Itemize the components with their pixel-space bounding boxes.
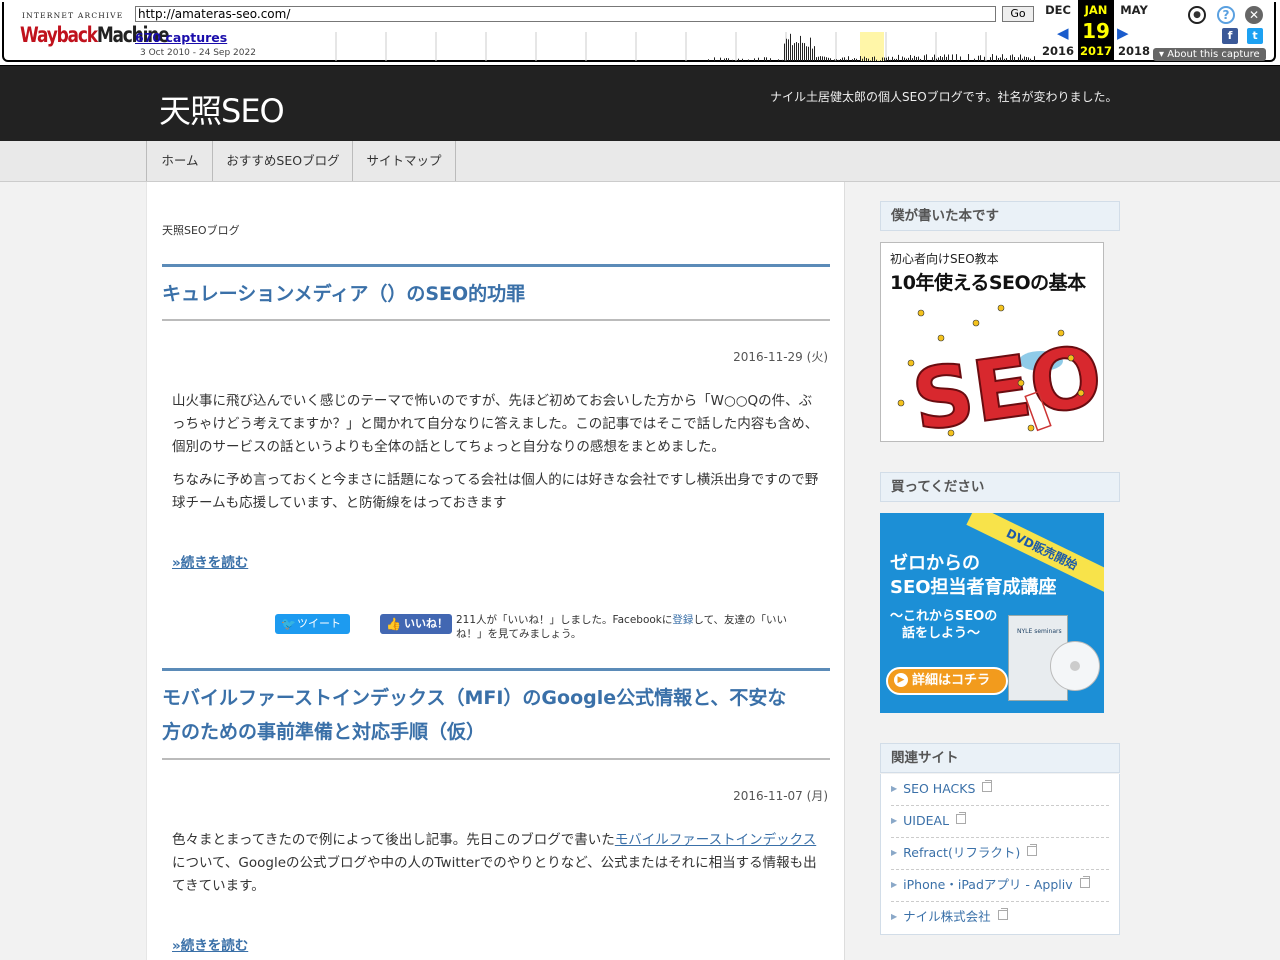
post-title[interactable]: モバイルファーストインデックス（MFI）のGoogle公式情報と、不安な 方のた… [162,668,830,760]
user-icon[interactable]: ● [1188,6,1206,24]
nav-item-sitemap[interactable]: サイトマップ [352,141,456,181]
dvd-banner[interactable]: DVD販売開始 ゼロからの SEO担当者育成講座 〜これからSEOの 話をしよう… [880,513,1104,713]
wayback-current-month: JAN 19 2017 [1078,0,1114,62]
wayback-capture-sparkline[interactable] [334,32,1038,61]
wayback-url-input[interactable]: http://amateras-seo.com/ [135,6,996,22]
related-site-link[interactable]: ▶ UIDEAL [891,806,1109,838]
wayback-date-range: 3 Oct 2010 - 24 Sep 2022 [140,48,256,58]
wayback-about-capture[interactable]: ▾ About this capture [1153,48,1266,61]
facebook-like-button[interactable]: 👍 いいね！ [380,614,452,634]
play-icon: ▶ [894,673,908,687]
wayback-next-month[interactable]: MAY 2018 [1116,0,1152,62]
read-more-link[interactable]: »続きを読む [172,934,248,954]
dvd-title-line: ゼロからの [890,553,980,574]
external-link-icon [997,908,1008,920]
post-date: 2016-11-29 (火) [733,350,828,364]
bullet-icon: ▶ [891,912,898,921]
global-nav: ホーム おすすめSEOブログ サイトマップ [0,141,1280,182]
site-header: 天照SEO ナイル土居健太郎の個人SEOブログです。社名が変わりました。 [0,66,1280,141]
related-site-link[interactable]: ▶ ナイル株式会社 [891,902,1109,934]
main-content: 天照SEOブログ キュレーションメディア（）のSEO的功罪 2016-11-29… [146,182,845,960]
related-site-link[interactable]: ▶ SEO HACKS [891,774,1109,806]
dvd-details-button[interactable]: ▶ 詳細はコチラ [886,667,1008,695]
nav-item-home[interactable]: ホーム [146,141,213,181]
related-sites-list: ▶ SEO HACKS ▶ UIDEAL ▶ Refract(リフラクト) ▶ iPho… [880,774,1120,935]
nav-item-recommended-blogs[interactable]: おすすめSEOブログ [212,141,353,181]
thumbs-up-icon: 👍 [386,617,401,631]
sidebar-heading-related: 関連サイト [880,743,1120,773]
book-title: 10年使えるSEOの基本 [890,272,1086,294]
wayback-toolbar: INTERNET ARCHIVE WaybackMachine http://a… [0,0,1280,66]
wayback-go-button[interactable]: Go [1002,6,1034,22]
tweet-label: ツイート [297,617,341,630]
bullet-icon: ▶ [891,848,898,857]
sidebar-heading-book: 僕が書いた本です [880,201,1120,231]
book-banner[interactable]: 初心者向けSEO教本 10年使えるSEOの基本 SEO [880,242,1104,442]
dvd-subtitle-line: 話をしよう〜 [902,626,981,641]
inline-post-link[interactable]: モバイルファーストインデックス [615,832,816,848]
dvd-case-label: NYLE seminars [1017,628,1062,635]
facebook-icon[interactable]: f [1222,28,1238,44]
related-site-link[interactable]: ▶ iPhone・iPadアプリ - Appliv [891,870,1109,902]
post-paragraph: 色々まとまってきたので例によって後出し記事。先日このブログで書いたモバイルファー… [172,832,817,894]
wayback-captures-link[interactable]: 670 captures [135,30,227,45]
bullet-icon: ▶ [891,880,898,889]
external-link-icon [982,780,993,792]
book-art-text: SEO [907,327,1104,442]
external-link-icon [1079,876,1090,888]
site-tagline: ナイル土居健太郎の個人SEOブログです。社名が変わりました。 [770,90,1118,104]
close-icon[interactable]: ✕ [1245,6,1263,24]
external-link-icon [956,812,967,824]
dvd-cta-label: 詳細はコチラ [912,673,991,688]
twitter-icon[interactable]: t [1247,28,1263,44]
prev-arrow-icon[interactable]: ◀ [1057,24,1069,42]
post-excerpt: 色々まとまってきたので例によって後出し記事。先日このブログで書いたモバイルファー… [172,829,820,908]
external-link-icon [1027,844,1038,856]
bullet-icon: ▶ [891,816,898,825]
like-label: いいね！ [404,617,448,630]
bullet-icon: ▶ [891,784,898,793]
wayback-month-nav: DEC 2016 ◀ JAN 19 2017 ▶ MAY 2018 [1040,0,1154,62]
post-paragraph: ちなみに予め言っておくと今まさに話題になってる会社は個人的には好きな会社ですし横… [172,472,819,511]
related-site-link[interactable]: ▶ Refract(リフラクト) [891,838,1109,870]
post-excerpt: 山火事に飛び込んでいく感じのテーマで怖いのですが、先ほど初めてお会いした方から「… [172,390,820,525]
twitter-bird-icon: 🐦 [281,617,296,631]
book-cover-illustration: SEO [897,304,1104,442]
wayback-logo-top: INTERNET ARCHIVE [22,11,124,20]
help-icon[interactable]: ? [1217,6,1235,24]
site-logo[interactable]: 天照SEO [159,86,285,132]
sidebar-heading-buy: 買ってください [880,472,1120,502]
facebook-signup-link[interactable]: 登録 [672,614,693,626]
post-paragraph: 山火事に飛び込んでいく感じのテーマで怖いのですが、先ほど初めてお会いした方から「… [172,393,819,455]
post-date: 2016-11-07 (月) [733,789,828,803]
facebook-like-count-text: 211人が「いいね！」しました。Facebookに登録して、友達の「いいね！」を… [456,614,788,640]
wayback-logo[interactable]: INTERNET ARCHIVE WaybackMachine [18,8,170,50]
read-more-link[interactable]: »続きを読む [172,551,248,571]
dvd-disc-image [1050,641,1100,691]
post-title[interactable]: キュレーションメディア（）のSEO的功罪 [162,264,830,321]
tweet-button[interactable]: 🐦 ツイート [275,614,350,634]
dvd-title-line: SEO担当者育成講座 [890,577,1057,598]
breadcrumb: 天照SEOブログ [162,224,240,237]
book-subtitle: 初心者向けSEO教本 [890,252,999,266]
